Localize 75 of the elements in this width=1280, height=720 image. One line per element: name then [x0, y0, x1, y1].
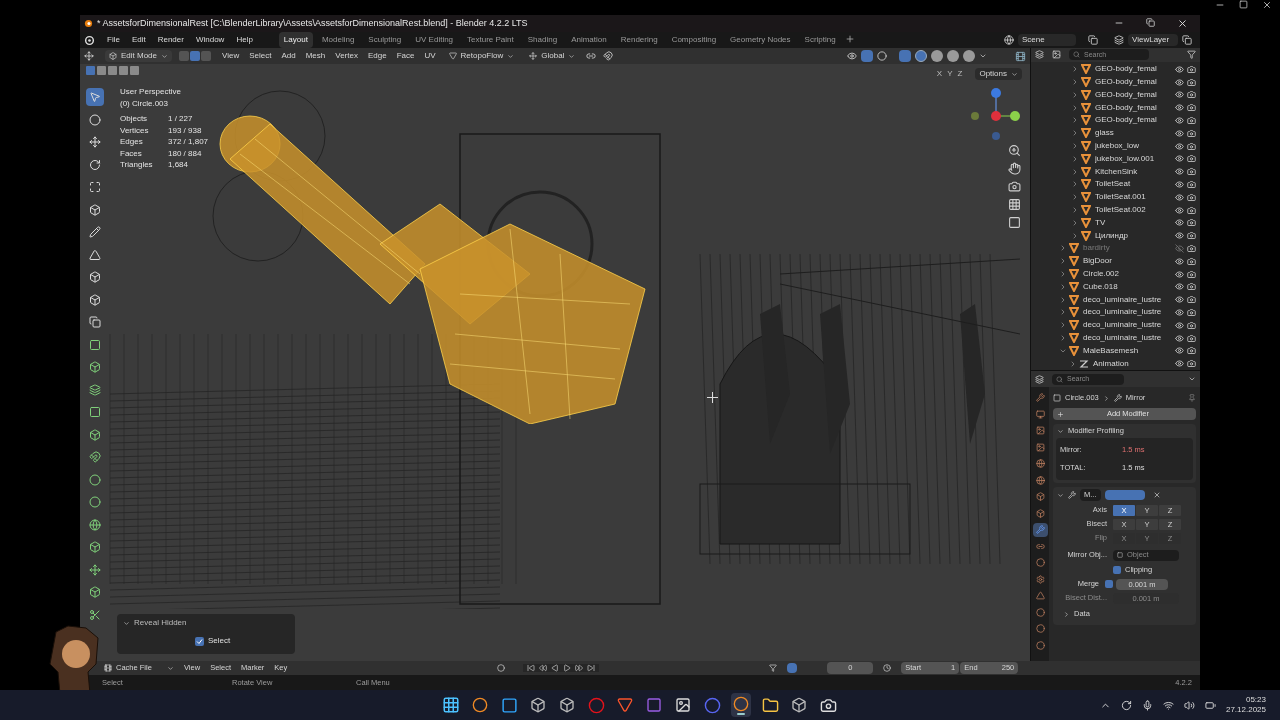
workspace-tab[interactable]: Scripting: [799, 32, 841, 48]
outliner-item[interactable]: GEO-body_femal: [1095, 101, 1175, 114]
stat-value: 180 / 884: [168, 147, 203, 159]
stat-label: Vertices: [120, 124, 150, 136]
mirror-axis-toggle[interactable]: X: [936, 68, 943, 80]
outliner-item[interactable]: deco_luminaire_lustre: [1083, 293, 1175, 306]
menu-item[interactable]: Select: [249, 50, 272, 62]
menu-item[interactable]: Help: [236, 34, 253, 46]
stat-label: Edges: [120, 136, 144, 148]
outliner-item[interactable]: Animation: [1093, 357, 1175, 370]
panel-title[interactable]: Reveal Hidden: [134, 617, 187, 629]
workspace-tab[interactable]: Modeling: [316, 32, 360, 48]
outliner-item[interactable]: Circle.002: [1083, 268, 1175, 280]
workspace-tab[interactable]: UV Editing: [410, 32, 459, 48]
outliner-item[interactable]: ToiletSeat: [1095, 178, 1175, 191]
view-name: User Perspective: [120, 86, 182, 98]
stat-value: 372 / 1,807: [168, 136, 209, 148]
stat-value: 193 / 938: [168, 124, 203, 136]
stat-label: Faces: [120, 147, 143, 159]
menu-item[interactable]: File: [107, 34, 120, 46]
mirror-axis-toggle[interactable]: Y: [947, 68, 953, 80]
addon-dropdown[interactable]: RetopoFlow: [460, 50, 504, 62]
outliner-item[interactable]: deco_luminaire_lustre: [1083, 319, 1175, 332]
menu-item[interactable]: Edit: [131, 34, 146, 46]
mode-dropdown[interactable]: Edit Mode: [105, 50, 173, 62]
outliner-item[interactable]: BigDoor: [1083, 255, 1175, 268]
outliner-item[interactable]: MaleBasemesh: [1083, 344, 1175, 357]
outliner-item[interactable]: jukebox_low: [1095, 140, 1175, 153]
outliner-item[interactable]: GEO-body_femal: [1095, 114, 1175, 127]
mirror-axis-toggle[interactable]: Z: [957, 68, 963, 80]
mode-label: Edit Mode: [121, 50, 158, 62]
workspace-tab[interactable]: Geometry Nodes: [725, 32, 796, 48]
workspace-tab[interactable]: Shading: [522, 32, 563, 48]
outliner-item[interactable]: deco_luminaire_lustre: [1083, 306, 1175, 319]
outliner-item[interactable]: jukebox_low.001: [1095, 152, 1175, 165]
view-layer-field[interactable]: ViewLayer: [1128, 34, 1178, 46]
outliner-item[interactable]: KitchenSink: [1095, 165, 1175, 178]
outliner-item[interactable]: Cube.018: [1083, 280, 1175, 293]
workspace-tab[interactable]: Texture Paint: [462, 32, 519, 48]
menu-item[interactable]: Vertex: [335, 50, 358, 62]
orientation-dropdown[interactable]: Global: [541, 50, 565, 62]
menu-item[interactable]: Edge: [367, 50, 387, 62]
workspace-tab[interactable]: Sculpting: [363, 32, 407, 48]
object-name: (0) Circle.003: [120, 98, 169, 110]
workspace-tab[interactable]: Compositing: [666, 32, 722, 48]
outliner-item[interactable]: Цилиндр: [1095, 229, 1175, 242]
stat-label: Triangles: [120, 159, 154, 171]
stat-value: 1 / 227: [168, 113, 194, 125]
menu-item[interactable]: UV: [424, 50, 436, 62]
workspace-tab[interactable]: Animation: [566, 32, 612, 48]
outliner-item[interactable]: GEO-body_femal: [1095, 88, 1175, 101]
workspace-tab[interactable]: Rendering: [615, 32, 663, 48]
clock-time[interactable]: 05:23: [1245, 695, 1266, 705]
outliner-item[interactable]: glass: [1095, 127, 1175, 140]
outliner-item[interactable]: deco_luminaire_lustre: [1083, 332, 1175, 344]
stat-label: Objects: [120, 113, 149, 125]
outliner-item[interactable]: ToiletSeat.001: [1095, 191, 1175, 204]
menu-item[interactable]: Window: [195, 34, 225, 46]
outliner-item[interactable]: ToiletSeat.002: [1095, 204, 1175, 217]
checkbox-label: Select: [208, 635, 231, 647]
clock-date[interactable]: 27.12.2025: [1225, 705, 1266, 715]
outliner-item[interactable]: GEO-body_femal: [1095, 76, 1175, 89]
options-dropdown[interactable]: Options: [975, 68, 1022, 80]
scene-field[interactable]: Scene: [1018, 34, 1076, 46]
menu-item[interactable]: Render: [157, 34, 184, 46]
outliner-item[interactable]: TV: [1095, 216, 1175, 229]
menu-item[interactable]: View: [222, 50, 240, 62]
outliner-item[interactable]: GEO-body_femal: [1095, 63, 1175, 76]
window-title: * AssetsforDimensionalRest [C:\BlenderLibrary\Assets\AssetsforDimensionalRest.blend] - Blender 4.2.2 LTS: [97, 16, 528, 30]
workspace-tab[interactable]: Layout: [278, 32, 313, 48]
options-label: Options: [979, 68, 1007, 80]
stat-value: 1,684: [168, 159, 190, 171]
menu-item[interactable]: Face: [396, 50, 415, 62]
menu-item[interactable]: Mesh: [305, 50, 326, 62]
menu-item[interactable]: Add: [281, 50, 296, 62]
